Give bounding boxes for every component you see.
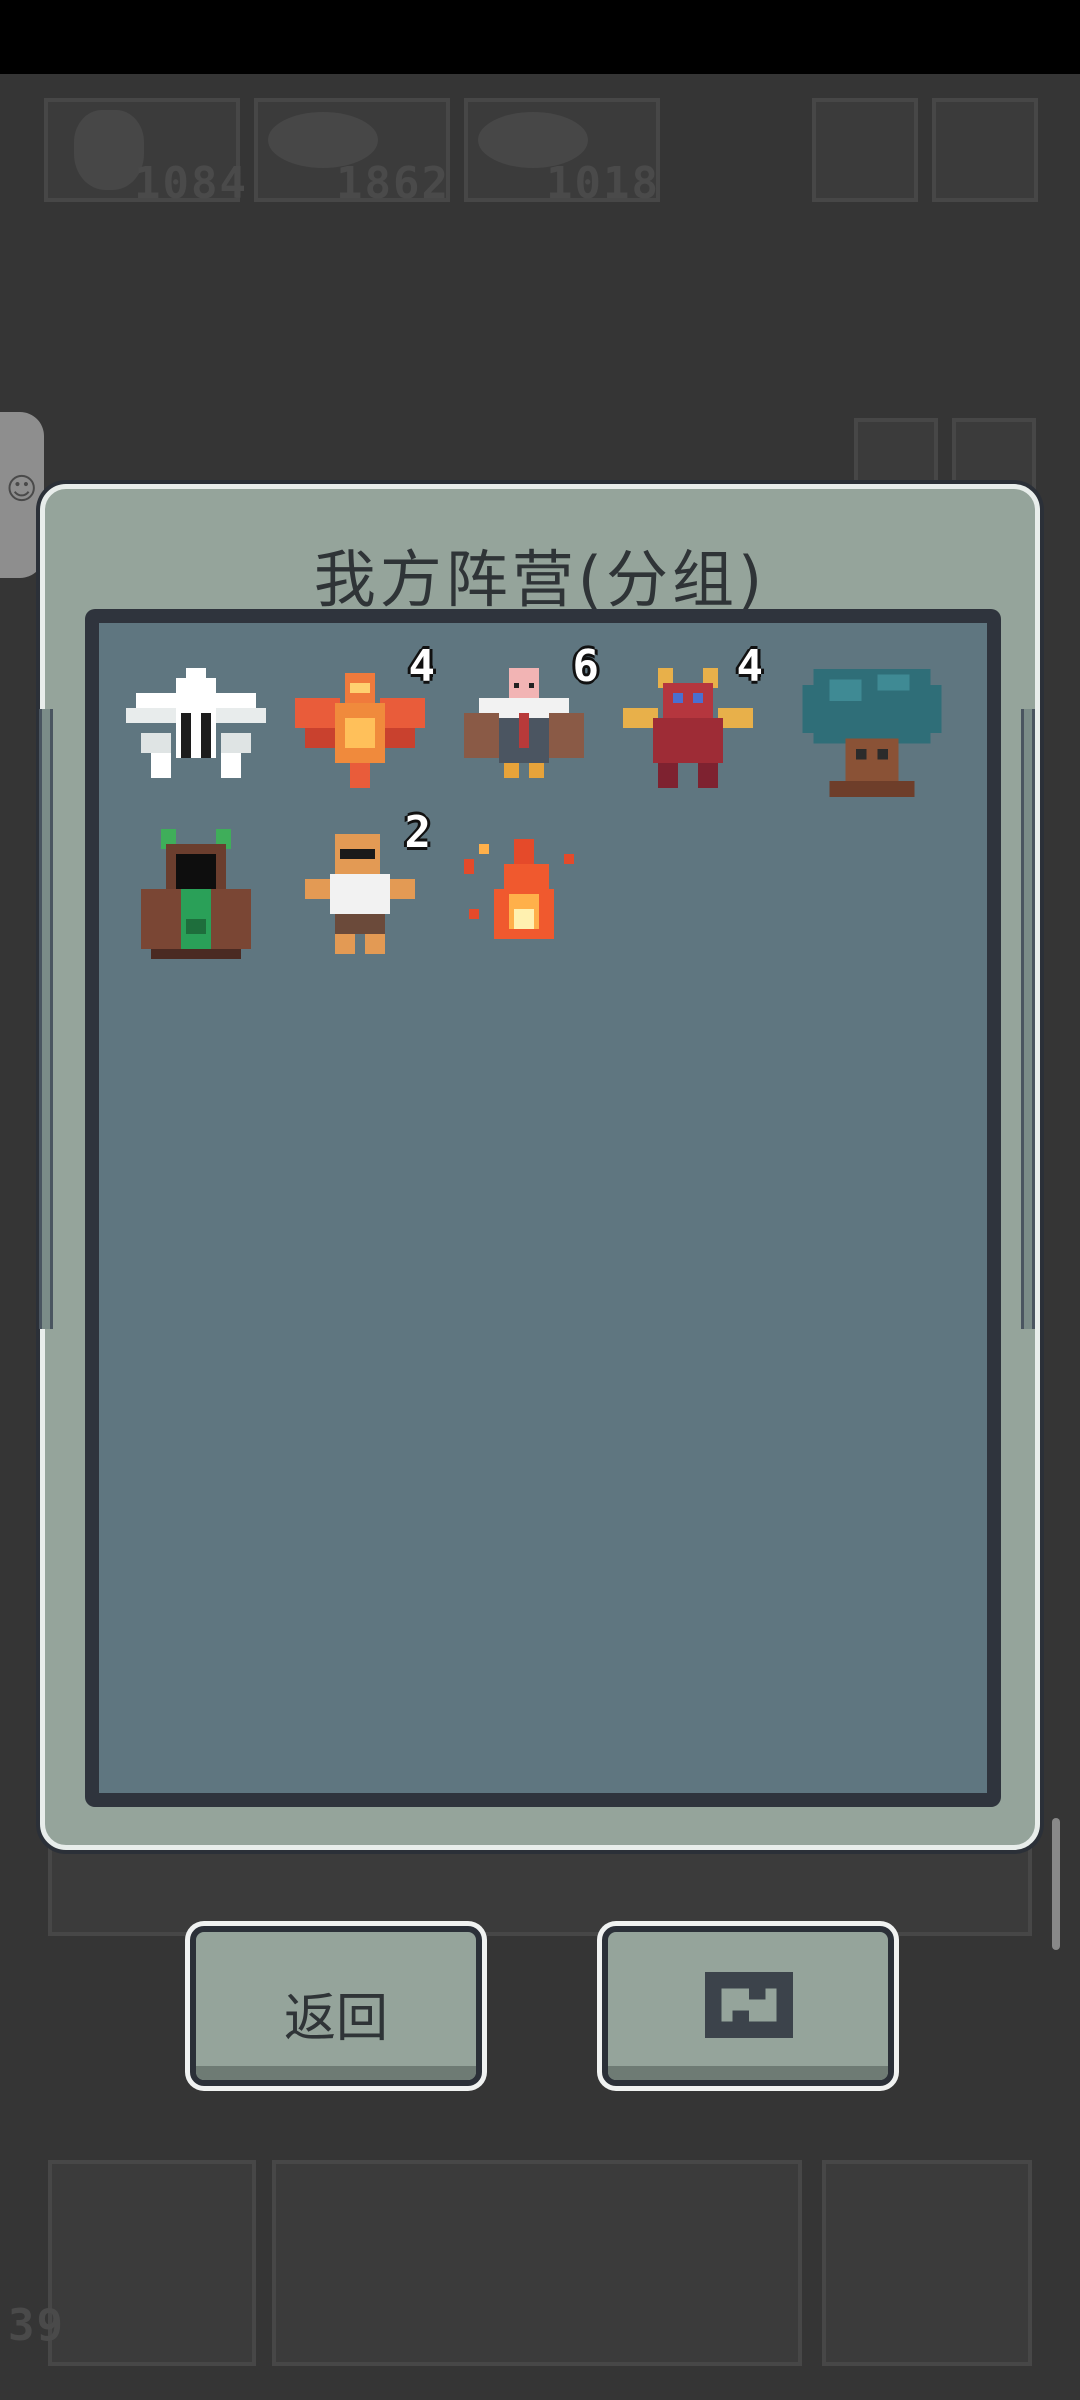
hud-button-right-1 <box>812 98 918 202</box>
resource-value-meat-1: 1862 <box>336 158 450 209</box>
unit-grid: 4 6 4 2 <box>85 609 1001 1807</box>
swap-button[interactable] <box>602 1926 894 2086</box>
panel-rail-right <box>1021 709 1035 1329</box>
tree-ent-unit[interactable] <box>787 653 957 813</box>
tree-ent-icon <box>802 669 942 797</box>
dialog-title: 我方阵营(分组) <box>313 543 767 616</box>
hud-button-right-2 <box>932 98 1038 202</box>
phoenix-unit[interactable]: 4 <box>285 641 435 803</box>
bald-brawler-unit[interactable]: 2 <box>285 807 435 969</box>
resource-value-meat-2: 1018 <box>546 158 660 209</box>
team-dialog: 我方阵营(分组) 4 6 4 2 <box>39 484 1040 1850</box>
vulture-unit[interactable]: 6 <box>449 641 599 803</box>
red-demon-unit[interactable]: 4 <box>613 641 763 803</box>
swap-arrows-icon <box>705 1972 793 2038</box>
accessibility-icon: ☺ <box>6 472 38 507</box>
bottom-left-slot <box>48 2160 256 2366</box>
bottom-center-slot <box>272 2160 802 2366</box>
unit-count-badge: 4 <box>736 641 764 692</box>
panel-rail-left <box>39 709 53 1329</box>
fire-spirit-unit[interactable] <box>449 819 599 969</box>
unit-count-badge: 2 <box>404 807 432 858</box>
forest-druid-icon <box>141 829 251 959</box>
status-bar <box>0 0 1080 74</box>
white-spirit-icon <box>126 668 266 778</box>
fire-spirit-icon <box>464 839 574 939</box>
scrollbar[interactable] <box>1052 1818 1060 1950</box>
back-button[interactable]: 返回 <box>190 1926 482 2086</box>
unit-count-badge: 6 <box>572 641 600 692</box>
accessibility-side-tab[interactable]: ☺ <box>0 412 44 578</box>
bottom-right-slot <box>822 2160 1032 2366</box>
forest-druid-unit[interactable] <box>121 819 271 969</box>
bottom-bar-backdrop <box>48 1846 1032 1936</box>
white-spirit-unit[interactable] <box>121 653 271 803</box>
resource-value-fire: 1084 <box>134 158 248 209</box>
bottom-counter: 39 <box>8 2300 65 2351</box>
back-button-label: 返回 <box>283 1989 388 2049</box>
unit-count-badge: 4 <box>408 641 436 692</box>
